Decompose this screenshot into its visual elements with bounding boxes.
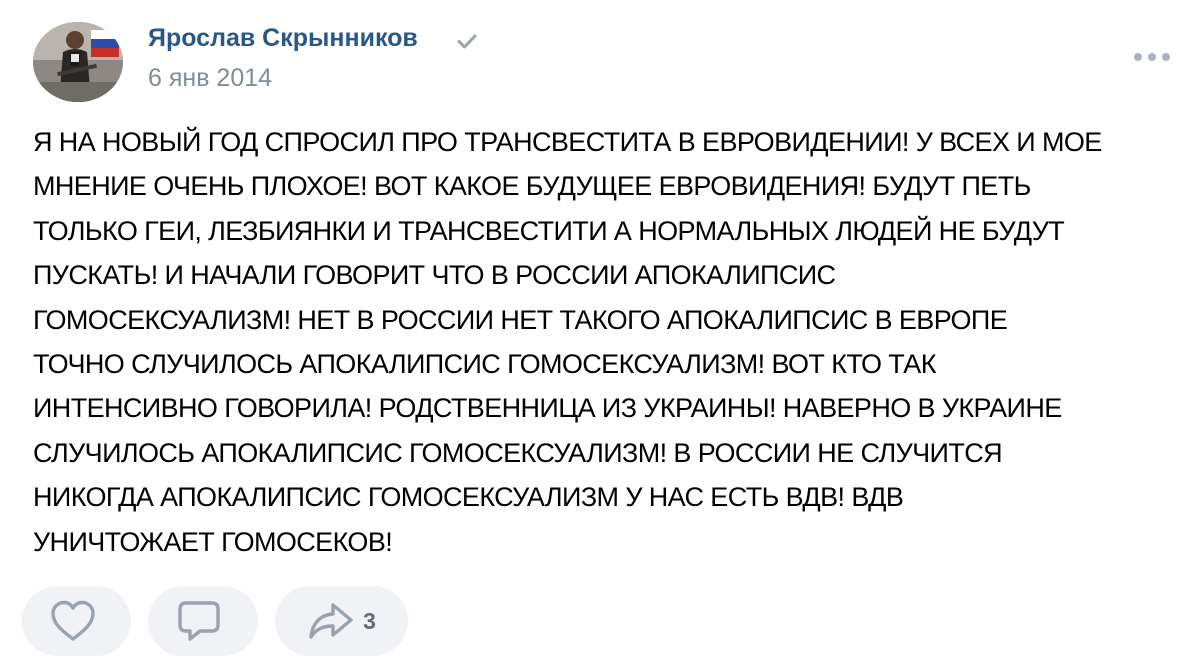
post-date[interactable]: 6 янв 2014: [148, 64, 272, 93]
share-button[interactable]: 3: [275, 586, 408, 656]
more-options-icon[interactable]: [1133, 50, 1171, 64]
wall-post: Ярослав Скрынников 6 янв 2014 Я НА НОВЫЙ…: [0, 0, 1192, 668]
comment-button[interactable]: [148, 586, 258, 656]
comment-icon: [178, 601, 220, 641]
verified-check-icon: [457, 34, 477, 49]
like-button[interactable]: [22, 586, 131, 656]
share-count: 3: [363, 607, 376, 634]
heart-icon: [50, 600, 95, 641]
avatar-photo: [33, 22, 123, 102]
author-avatar[interactable]: [33, 22, 123, 102]
share-arrow-icon: [309, 603, 353, 639]
author-name[interactable]: Ярослав Скрынников: [148, 24, 418, 53]
post-text: Я НА НОВЫЙ ГОД СПРОСИЛ ПРО ТРАНСВЕСТИТА …: [33, 127, 1102, 557]
